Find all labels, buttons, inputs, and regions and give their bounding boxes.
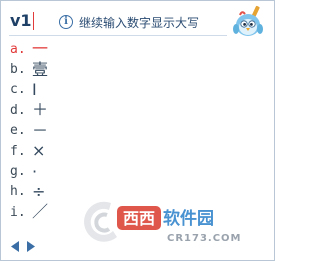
candidate-item[interactable]: e. － — [10, 121, 210, 141]
triangle-right-icon — [26, 240, 35, 252]
candidate-key: a. — [10, 41, 26, 57]
candidate-key: b. — [10, 62, 26, 78]
hint: i 继续输入数字显示大写 — [59, 13, 199, 31]
candidate-text: ／ — [32, 202, 49, 222]
candidate-item[interactable]: a. 一 — [10, 39, 210, 59]
candidate-key: e. — [10, 123, 26, 139]
candidate-text: 一 — [32, 39, 49, 59]
candidate-key: h. — [10, 184, 26, 200]
candidate-item[interactable]: c. Ⅰ — [10, 80, 210, 100]
candidate-text: ＋ — [32, 100, 49, 120]
candidate-list: a. 一 b. 壹 c. Ⅰ d. ＋ e. － f. × g. · h. ÷ — [10, 39, 210, 223]
ime-candidate-window: v1 i 继续输入数字显示大写 a. 一 b. 壹 c. Ⅰ d. ＋ e. －… — [0, 0, 275, 261]
triangle-left-icon — [10, 240, 19, 252]
mascot-icon[interactable] — [232, 5, 266, 39]
hint-text: 继续输入数字显示大写 — [79, 15, 200, 30]
prev-page-button[interactable] — [9, 239, 21, 253]
info-icon: i — [59, 15, 73, 29]
svg-text:西西: 西西 — [123, 209, 155, 228]
candidate-text: － — [32, 120, 49, 140]
ime-header: v1 i 继续输入数字显示大写 — [1, 1, 274, 41]
candidate-text: ÷ — [32, 181, 46, 201]
candidate-key: g. — [10, 164, 26, 180]
svg-text:软件园: 软件园 — [163, 208, 214, 229]
candidate-text: 壹 — [32, 59, 49, 79]
header-divider — [9, 35, 227, 36]
svg-text:CR173.COM: CR173.COM — [167, 233, 242, 244]
next-page-button[interactable] — [24, 239, 36, 253]
candidate-item[interactable]: b. 壹 — [10, 59, 210, 79]
candidate-item[interactable]: g. · — [10, 161, 210, 181]
composition-input: v1 — [10, 11, 34, 31]
watermark-logo: 西西 软件园 CR173.COM — [84, 201, 242, 244]
candidate-text: × — [32, 141, 46, 161]
candidate-item[interactable]: f. × — [10, 141, 210, 161]
candidate-key: c. — [10, 82, 26, 98]
candidate-key: f. — [10, 143, 26, 159]
page-navigation — [9, 239, 36, 253]
candidate-item[interactable]: d. ＋ — [10, 100, 210, 120]
candidate-key: i. — [10, 204, 26, 220]
candidate-text: Ⅰ — [32, 79, 37, 99]
text-caret — [32, 12, 34, 30]
candidate-text: · — [32, 161, 38, 181]
candidate-key: d. — [10, 102, 26, 118]
composition-text: v1 — [10, 11, 32, 30]
